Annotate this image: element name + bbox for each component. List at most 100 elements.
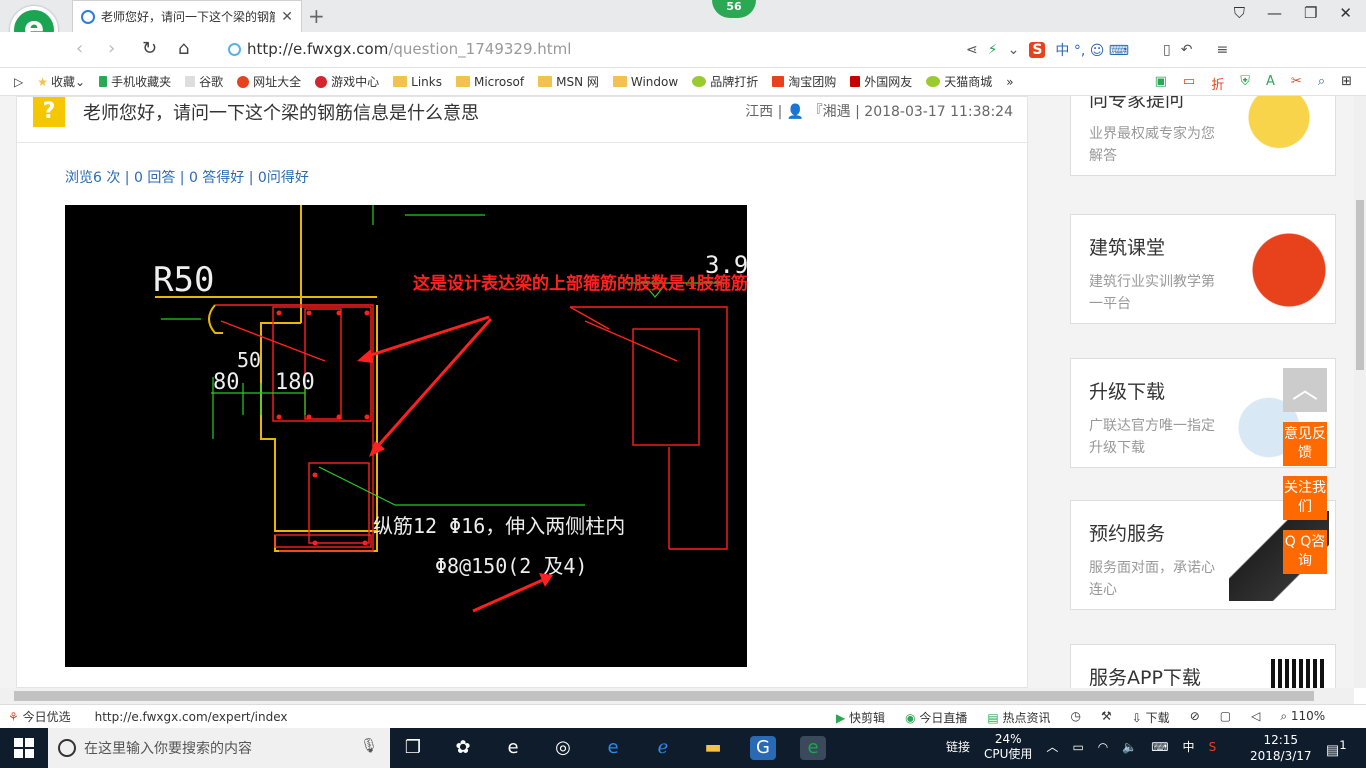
ie-icon[interactable]: ℯ (650, 736, 676, 760)
taskbar-search-input[interactable]: 在这里输入你要搜索的内容 🎙 (48, 728, 390, 768)
notification-badge[interactable]: 56 (712, 0, 756, 18)
sogou-ime-icon[interactable]: S (1029, 42, 1046, 58)
follow-button[interactable]: 关注我们 (1283, 476, 1327, 520)
url-path: /question_1749329.html (388, 40, 572, 58)
file-explorer-icon[interactable]: ▬ (700, 736, 726, 760)
ime-indicator[interactable]: 中 (1183, 740, 1195, 755)
menu-icon[interactable]: ≡ (1216, 42, 1228, 58)
battery-icon[interactable]: ▭ (1072, 740, 1083, 755)
floating-buttons: ︿ 意见反馈 关注我们 Q Q咨询 (1283, 368, 1327, 574)
live-button[interactable]: ◉ 今日直播 (905, 709, 967, 726)
share-icon[interactable]: ⋖ (966, 42, 978, 58)
windows-start-icon[interactable] (14, 738, 34, 758)
card-ask-expert[interactable]: 向专家提问 业界最权威专家为您解答 (1070, 96, 1336, 176)
ime-toolbar[interactable]: 中 °, ☺ ⌨ (1055, 40, 1129, 60)
close-window-button[interactable]: ✕ (1339, 4, 1352, 22)
card-desc: 建筑行业实训教学第一平台 (1089, 274, 1215, 312)
bookmark-item[interactable]: 网址大全 (237, 73, 301, 90)
bookmark-item[interactable]: 手机收藏夹 (99, 73, 171, 90)
back-to-top-button[interactable]: ︿ (1283, 368, 1327, 412)
ie-blue-icon[interactable]: e (600, 736, 626, 760)
scroll-thumb[interactable] (14, 691, 1314, 701)
reader-icon[interactable]: ▣ (1155, 74, 1167, 93)
action-center-icon[interactable]: ▤1 (1326, 738, 1347, 759)
horizontal-scrollbar[interactable] (0, 688, 1354, 704)
sogou-tray-icon[interactable]: S (1209, 740, 1217, 755)
bookmark-folder[interactable]: Microsof (455, 75, 524, 89)
card-app-download[interactable]: 服务APP下载 (1070, 644, 1336, 688)
new-tab-button[interactable]: + (308, 4, 325, 28)
qq-consult-button[interactable]: Q Q咨询 (1283, 530, 1327, 574)
maximize-button[interactable]: ❐ (1304, 4, 1317, 22)
download-button[interactable]: ⇩ 下载 (1132, 709, 1170, 726)
quick-clip-button[interactable]: ▶ 快剪辑 (836, 709, 885, 726)
home-icon[interactable]: ⌂ (178, 38, 189, 59)
volume-icon[interactable]: 🔈 (1122, 740, 1137, 755)
cpu-usage[interactable]: 24% CPU使用 (984, 732, 1032, 762)
scissors-icon[interactable]: ✂ (1291, 74, 1302, 93)
system-tray: 链接 24% CPU使用 ︿ ▭ ◠ 🔈 ⌨ 中 S (946, 732, 1216, 762)
daily-picks[interactable]: ⚘ 今日优选 (8, 708, 71, 725)
shield-icon[interactable]: ⛨ (1240, 74, 1250, 93)
question-stats[interactable]: 浏览6 次 | 0 回答 | 0 答得好 | 0问得好 (65, 167, 309, 187)
browser-taskbar-icon[interactable]: e (800, 736, 826, 760)
lightning-icon[interactable]: ⚡ (988, 42, 998, 58)
bookmark-folder[interactable]: Window (612, 75, 678, 89)
window-icon[interactable]: ▢ (1220, 709, 1231, 726)
discount-icon[interactable]: 折 (1211, 74, 1224, 93)
tab-active[interactable]: 老师您好，请问一下这个梁的钢筋 ✕ (72, 0, 302, 32)
scroll-thumb[interactable] (1356, 200, 1364, 370)
spiral-app-icon[interactable]: ◎ (550, 736, 576, 760)
microphone-icon[interactable]: 🎙 (360, 738, 378, 754)
tools-icon[interactable]: ⚒ (1101, 709, 1112, 726)
search-placeholder: 在这里输入你要搜索的内容 (84, 741, 252, 757)
tray-chevron-icon[interactable]: ︿ (1046, 740, 1058, 755)
links-label[interactable]: 链接 (946, 740, 970, 755)
edge-icon[interactable]: e (500, 736, 526, 760)
card-course[interactable]: 建筑课堂 建筑行业实训教学第一平台 (1070, 214, 1336, 324)
chevron-down-icon[interactable]: ⌄ (1008, 42, 1020, 58)
refresh-icon[interactable]: ↻ (142, 38, 157, 59)
mute-icon[interactable]: ◁ (1251, 709, 1260, 726)
feedback-button[interactable]: 意见反馈 (1283, 422, 1327, 466)
phone-icon[interactable]: ▯ (1163, 42, 1171, 58)
minimize-button[interactable]: — (1267, 4, 1282, 22)
translate-icon[interactable]: A (1266, 74, 1275, 93)
skin-icon[interactable]: ⛉ (1234, 4, 1245, 22)
title-bar: 老师您好，请问一下这个梁的钢筋 ✕ + 56 ⛉ — ❐ ✕ (0, 0, 1366, 32)
bookmark-item[interactable]: 淘宝团购 (772, 73, 836, 90)
forward-icon[interactable]: › (108, 38, 115, 59)
card-title: 预约服务 (1089, 523, 1166, 545)
undo-icon[interactable]: ↶ (1181, 42, 1193, 58)
close-icon[interactable]: ✕ (281, 9, 293, 25)
bookmark-item[interactable]: 游戏中心 (315, 73, 379, 90)
news-button[interactable]: ▤ 热点资讯 (987, 709, 1050, 726)
task-view-icon[interactable]: ❐ (400, 736, 426, 760)
label-50: 50 (237, 348, 261, 372)
clock[interactable]: 12:15 2018/3/17 (1250, 732, 1312, 764)
pinwheel-app-icon[interactable]: ✿ (450, 736, 476, 760)
url-input[interactable]: http://e.fwxgx.com/question_1749329.html (228, 40, 571, 58)
tv-icon[interactable]: ▭ (1183, 74, 1195, 93)
clean-icon[interactable]: ⊘ (1190, 709, 1200, 726)
bookmark-folder[interactable]: MSN 网 (538, 73, 599, 90)
keyboard-icon[interactable]: ⌨ (1151, 740, 1168, 755)
bookmark-item[interactable]: 品牌打折 (692, 73, 758, 90)
bookmark-item[interactable]: 外国网友 (850, 73, 912, 90)
bookmark-folder[interactable]: Links (393, 75, 442, 89)
search-icon[interactable]: ⌕ (1318, 74, 1325, 93)
bookmark-item[interactable]: 谷歌 (185, 73, 223, 90)
back-icon[interactable]: ‹ (76, 38, 83, 59)
zoom-level[interactable]: ⌕ 110% (1280, 709, 1325, 726)
sidebar-toggle-icon[interactable]: ▷ (14, 75, 23, 89)
bookmark-item[interactable]: 天猫商城 (926, 73, 992, 90)
wifi-icon[interactable]: ◠ (1098, 740, 1108, 755)
speed-icon[interactable]: ◷ (1071, 709, 1081, 726)
question-image[interactable]: R50 3.9 50 80 180 纵筋12 Φ16，伸入两侧柱内 Φ8@150… (65, 205, 747, 667)
extension-icons: ▣ ▭ 折 ⛨ A ✂ ⌕ ⊞ (1155, 74, 1352, 93)
glodon-app-icon[interactable]: G (750, 736, 776, 760)
more-bookmarks-icon[interactable]: » (1006, 75, 1013, 89)
bookmark-favorites[interactable]: ★ 收藏 ⌄ (37, 73, 85, 90)
extensions-icon[interactable]: ⊞ (1341, 74, 1352, 93)
vertical-scrollbar[interactable] (1354, 96, 1366, 688)
